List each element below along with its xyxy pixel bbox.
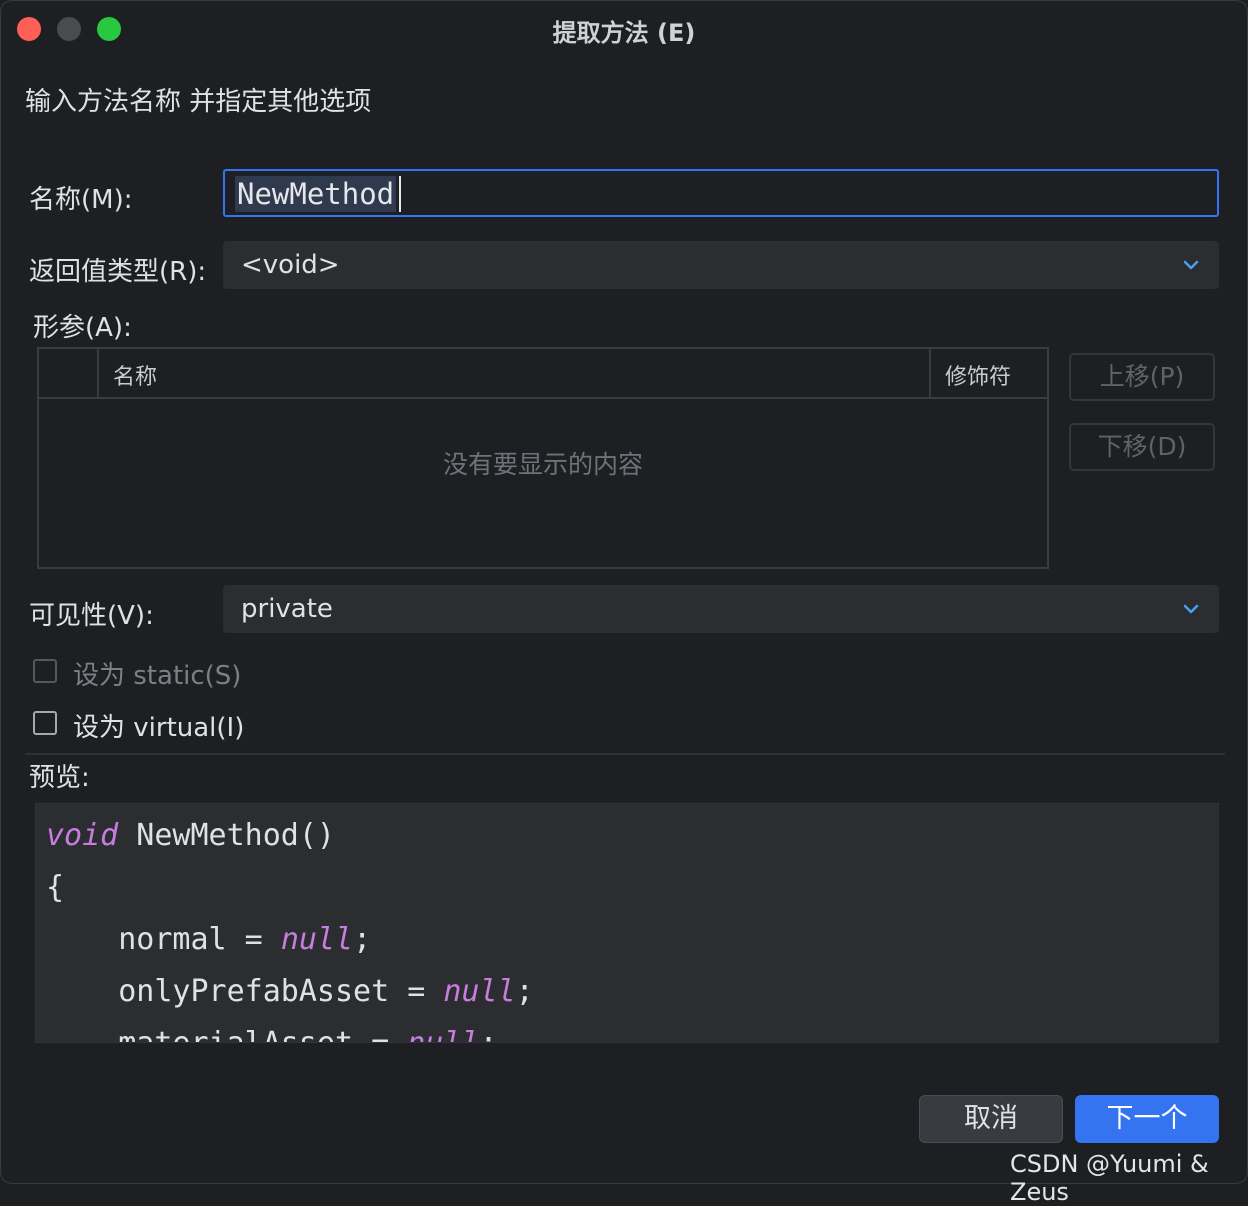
make-static-checkbox[interactable] <box>33 659 57 683</box>
code-token: materialAsset = <box>46 1026 407 1042</box>
move-down-button[interactable]: 下移(D) <box>1069 423 1215 471</box>
code-token: onlyPrefabAsset = <box>46 974 444 1009</box>
chevron-down-icon <box>1183 604 1199 614</box>
column-header-name[interactable]: 名称 <box>113 359 157 391</box>
make-virtual-label: 设为 virtual(I) <box>73 713 245 743</box>
chevron-down-icon <box>1183 260 1199 270</box>
code-line: normal = null; <box>46 920 371 960</box>
code-token: { <box>46 870 65 905</box>
visibility-label: 可见性(V): <box>29 601 154 631</box>
code-token: ; <box>515 974 534 1009</box>
column-header-modifier[interactable]: 修饰符 <box>945 359 1011 391</box>
code-token: ; <box>479 1026 497 1042</box>
method-name-value: NewMethod <box>235 176 397 212</box>
code-line: onlyPrefabAsset = null; <box>46 972 534 1012</box>
cancel-button[interactable]: 取消 <box>919 1095 1063 1143</box>
code-keyword: null <box>407 1026 479 1042</box>
code-keyword: null <box>280 922 354 957</box>
code-keyword: void <box>46 818 119 853</box>
next-button[interactable]: 下一个 <box>1075 1095 1219 1143</box>
code-token: ; <box>353 922 372 957</box>
table-header: 名称 修饰符 <box>39 349 1047 399</box>
return-type-select[interactable]: <void> <box>223 241 1219 289</box>
make-static-label: 设为 static(S) <box>73 661 242 691</box>
separator <box>25 753 1225 755</box>
code-line: { <box>46 868 64 908</box>
method-name-label: 名称(M): <box>29 185 133 215</box>
parameters-table[interactable]: 名称 修饰符 没有要显示的内容 <box>37 347 1049 569</box>
code-line: void NewMethod() <box>46 816 335 856</box>
code-keyword: null <box>443 974 516 1009</box>
method-name-input[interactable]: NewMethod <box>223 169 1219 217</box>
extract-method-dialog: 提取方法 (E) 输入方法名称 并指定其他选项 名称(M): NewMethod… <box>0 0 1248 1184</box>
return-type-label: 返回值类型(R): <box>29 257 207 287</box>
make-virtual-checkbox[interactable] <box>33 711 57 735</box>
title-bar: 提取方法 (E) <box>1 1 1247 57</box>
preview-label: 预览: <box>29 763 90 793</box>
text-caret <box>399 176 401 212</box>
dialog-subtitle: 输入方法名称 并指定其他选项 <box>25 87 372 117</box>
window-title: 提取方法 (E) <box>552 19 696 47</box>
code-preview[interactable]: void NewMethod() { normal = null; onlyPr… <box>35 803 1219 1043</box>
parameters-label: 形参(A): <box>33 313 132 343</box>
code-token: normal = <box>46 922 281 957</box>
return-type-value: <void> <box>241 250 340 280</box>
watermark-text: CSDN @Yuumi & Zeus <box>1010 1150 1209 1206</box>
empty-table-text: 没有要显示的内容 <box>442 450 643 479</box>
move-up-button[interactable]: 上移(P) <box>1069 353 1215 401</box>
code-line: materialAsset = null; <box>46 1024 497 1042</box>
code-token: NewMethod() <box>118 818 335 853</box>
visibility-select[interactable]: private <box>223 585 1219 633</box>
visibility-value: private <box>241 594 333 624</box>
